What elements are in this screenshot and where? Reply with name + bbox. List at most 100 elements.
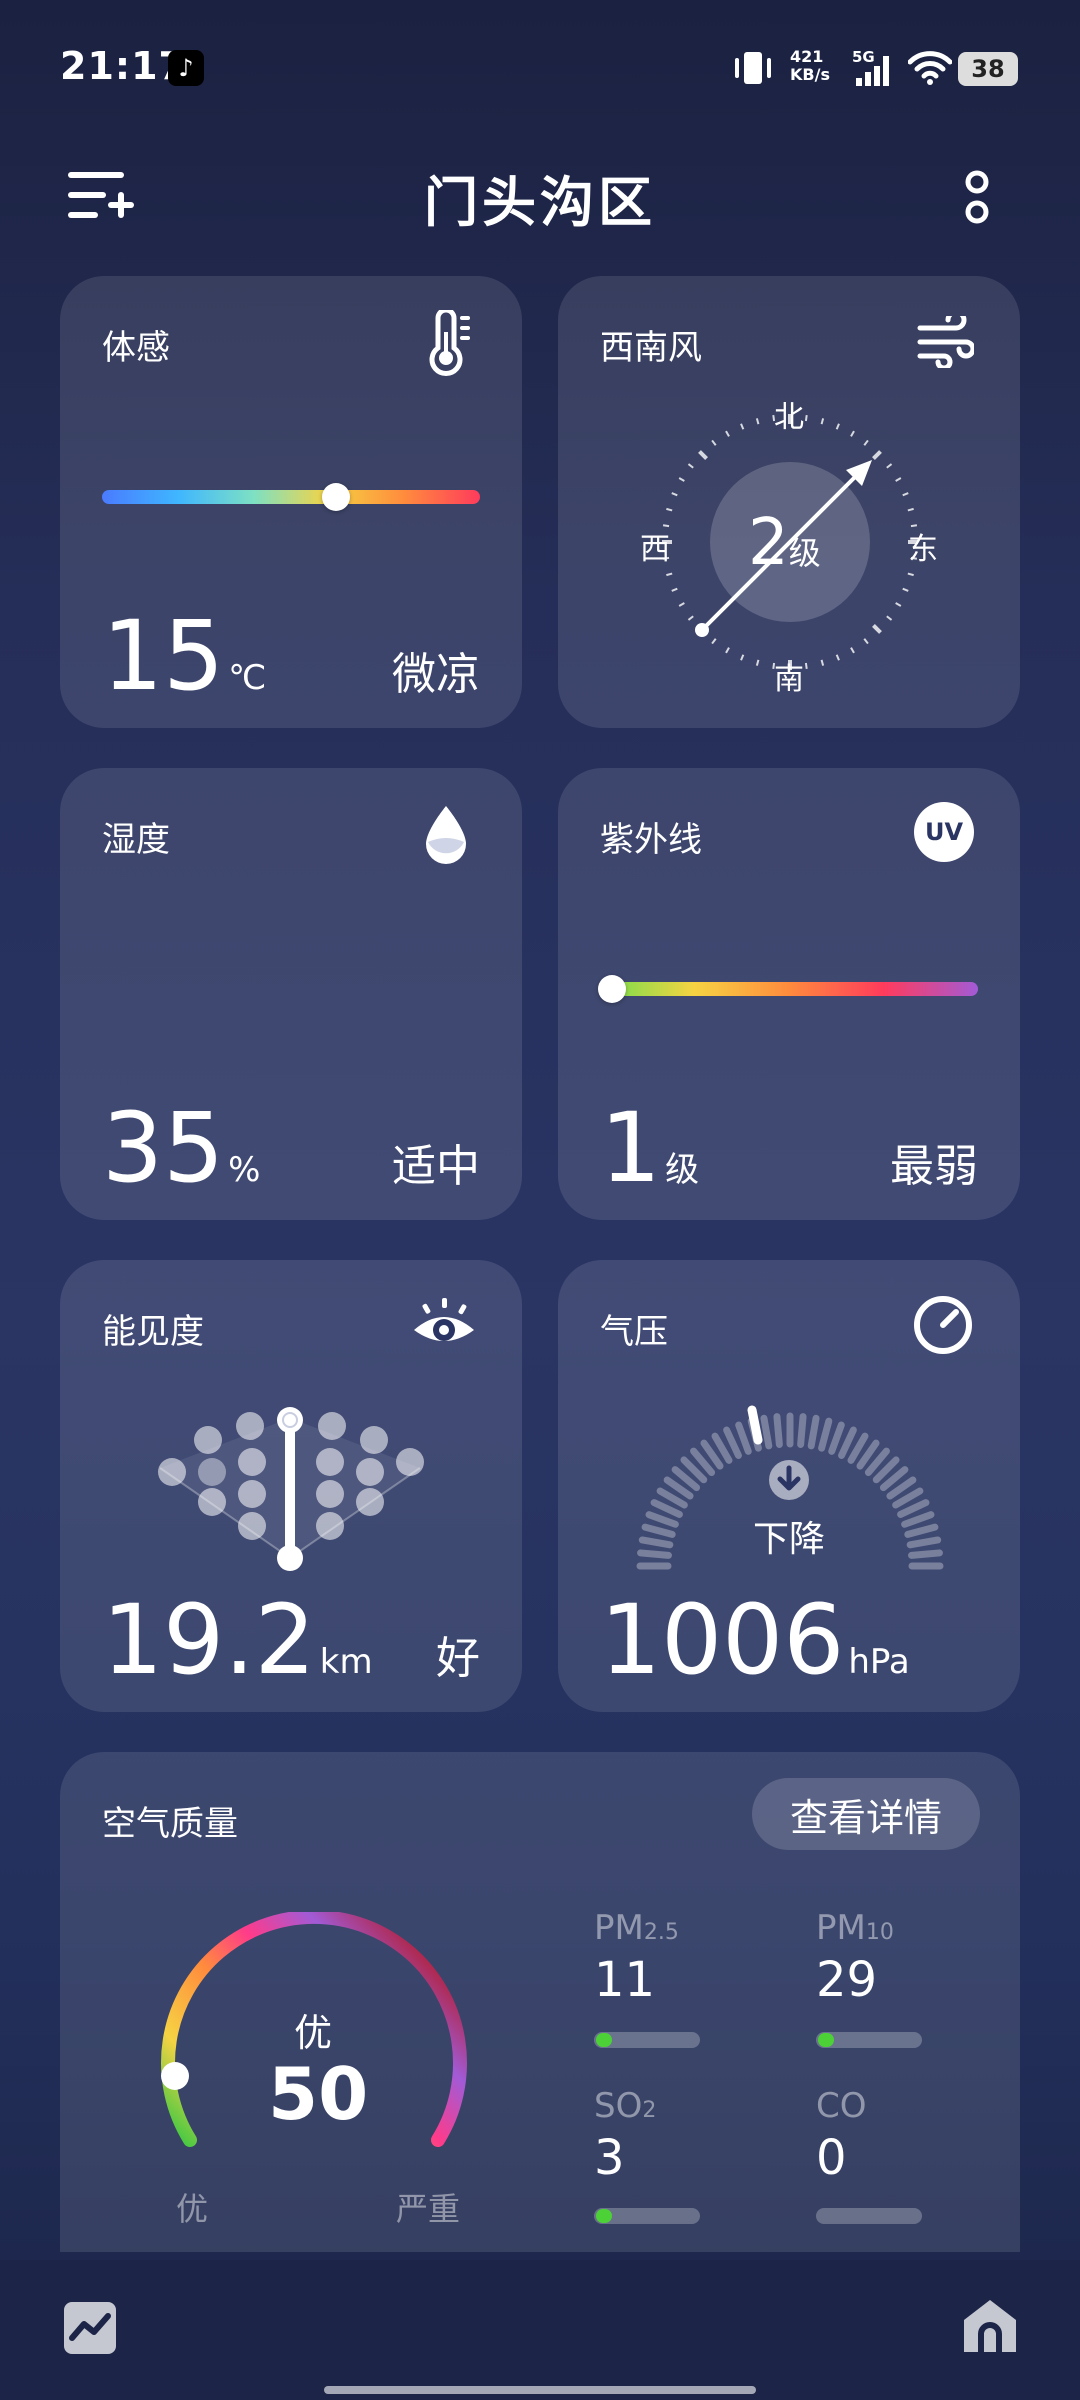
compass-tick [666, 572, 673, 577]
wind-icon [917, 316, 974, 368]
feels-like-card[interactable]: 体感 15 ℃ 微凉 [60, 276, 522, 728]
pressure-tick [807, 1414, 820, 1450]
page-title: 门头沟区 [424, 171, 656, 234]
pressure-value-wrap: 1006 hPa [600, 1584, 910, 1696]
so2-label: SO2 [594, 2086, 656, 2126]
humidity-value-wrap: 35% [102, 1092, 260, 1204]
so2-bar [594, 2208, 700, 2224]
pm25-bar [594, 2032, 700, 2048]
compass-west: 西 [640, 532, 670, 567]
humidity-value: 35 [102, 1092, 225, 1204]
air-quality-card[interactable]: 空气质量 查看详情 优 50 优 严重 PM2.5 11 PM10 29 SO2… [60, 1752, 1020, 2252]
wind-level: 2 [748, 506, 789, 580]
uv-knob [598, 975, 626, 1003]
uv-icon: UV [914, 802, 974, 862]
compass-tick [902, 587, 909, 592]
home-icon[interactable] [960, 2296, 1020, 2356]
visibility-value-wrap: 19.2 km [102, 1584, 373, 1696]
compass-tick [711, 638, 717, 645]
uv-unit: 级 [665, 1150, 700, 1190]
network-type: 5G [852, 48, 875, 66]
compass-tick [895, 477, 902, 482]
pm25-sub: 2.5 [643, 1920, 679, 1945]
pm25-name: PM [594, 1908, 644, 1948]
pressure-unit: hPa [848, 1642, 910, 1682]
humidity-desc: 适中 [392, 1141, 480, 1192]
net-speed-unit: KB/s [790, 65, 830, 84]
pressure-tick [760, 1414, 773, 1450]
compass-tick [872, 624, 882, 634]
compass-south: 南 [774, 662, 804, 697]
net-speed-value: 421 [790, 47, 824, 66]
compass-tick [863, 439, 869, 446]
compass-tick [678, 602, 685, 607]
co-bar [816, 2208, 922, 2224]
uv-value-wrap: 1级 [600, 1092, 699, 1204]
pressure-value: 1006 [600, 1584, 845, 1696]
pressure-tick [797, 1413, 807, 1448]
water-drop-icon [426, 806, 466, 864]
pressure-trend: 下降 [752, 1519, 825, 1560]
wind-level-unit: 级 [788, 534, 821, 572]
feels-like-value: 15 [102, 600, 225, 712]
bottom-nav [0, 2260, 1080, 2400]
compass-tick [820, 659, 825, 666]
compass-tick [711, 439, 717, 446]
pressure-tick [773, 1413, 783, 1448]
pressure-tick [838, 1426, 857, 1459]
compass-tick [755, 659, 760, 666]
thermometer-icon [429, 310, 470, 376]
net-speed: 421 KB/s [790, 48, 830, 84]
compass-tick [835, 423, 840, 430]
more-options-button[interactable] [962, 166, 992, 228]
wind-card[interactable]: 西南风 北 南 东 西 2级 [558, 276, 1020, 728]
compass-tick [755, 418, 760, 425]
feels-like-title: 体感 [102, 328, 170, 368]
compass-tick [863, 638, 869, 645]
pressure-tick [723, 1426, 742, 1459]
pressure-title: 气压 [600, 1312, 668, 1352]
wind-title: 西南风 [600, 328, 702, 368]
uv-value: 1 [600, 1092, 662, 1204]
pressure-card[interactable]: 气压 下降 1006 hPa [558, 1260, 1020, 1712]
visibility-value: 19.2 [102, 1584, 316, 1696]
compass-tick [804, 662, 808, 670]
aqi-level: 优 [294, 2011, 333, 2055]
uv-card[interactable]: 紫外线 UV 1级 最弱 [558, 768, 1020, 1220]
battery-indicator: 38 [958, 52, 1018, 86]
compass-north: 北 [774, 400, 804, 435]
feels-like-scale [102, 490, 480, 504]
vibrate-icon [735, 52, 771, 84]
compass-east: 东 [908, 532, 938, 567]
co-label: CO [816, 2086, 867, 2126]
uv-title: 紫外线 [600, 820, 702, 860]
view-details-button[interactable]: 查看详情 [752, 1778, 980, 1850]
compass-tick [907, 572, 914, 577]
feels-like-knob [322, 483, 351, 511]
compass-tick [678, 477, 685, 482]
pm10-name: PM [816, 1908, 866, 1948]
compass-tick [698, 450, 708, 460]
tiktok-icon: ♪ [168, 50, 204, 86]
so2-name: SO [594, 2086, 643, 2126]
pressure-tick [818, 1417, 833, 1452]
compass-tick [804, 414, 808, 422]
co-value: 0 [816, 2130, 847, 2186]
so2-sub: 2 [642, 2098, 657, 2123]
compass-tick [895, 602, 902, 607]
compass-tick [886, 463, 893, 469]
compass-tick [671, 492, 678, 497]
aqi-scale-max: 严重 [396, 2190, 461, 2228]
humidity-title: 湿度 [102, 820, 170, 860]
pm25-label: PM2.5 [594, 1908, 679, 1948]
pm10-bar [816, 2032, 922, 2048]
pm10-value: 29 [816, 1952, 878, 2008]
humidity-card[interactable]: 湿度 35% 适中 [60, 768, 522, 1220]
compass-tick [725, 647, 730, 654]
visibility-card[interactable]: 能见度 19.2 km 好 [60, 1260, 522, 1712]
compass-tick [725, 430, 730, 437]
trend-chart-icon[interactable] [62, 2300, 118, 2356]
gesture-home-bar[interactable] [324, 2386, 756, 2394]
compass-tick [886, 615, 893, 621]
status-bar: 21:17 ♪ 421 KB/s 5G 38 [0, 0, 1080, 140]
